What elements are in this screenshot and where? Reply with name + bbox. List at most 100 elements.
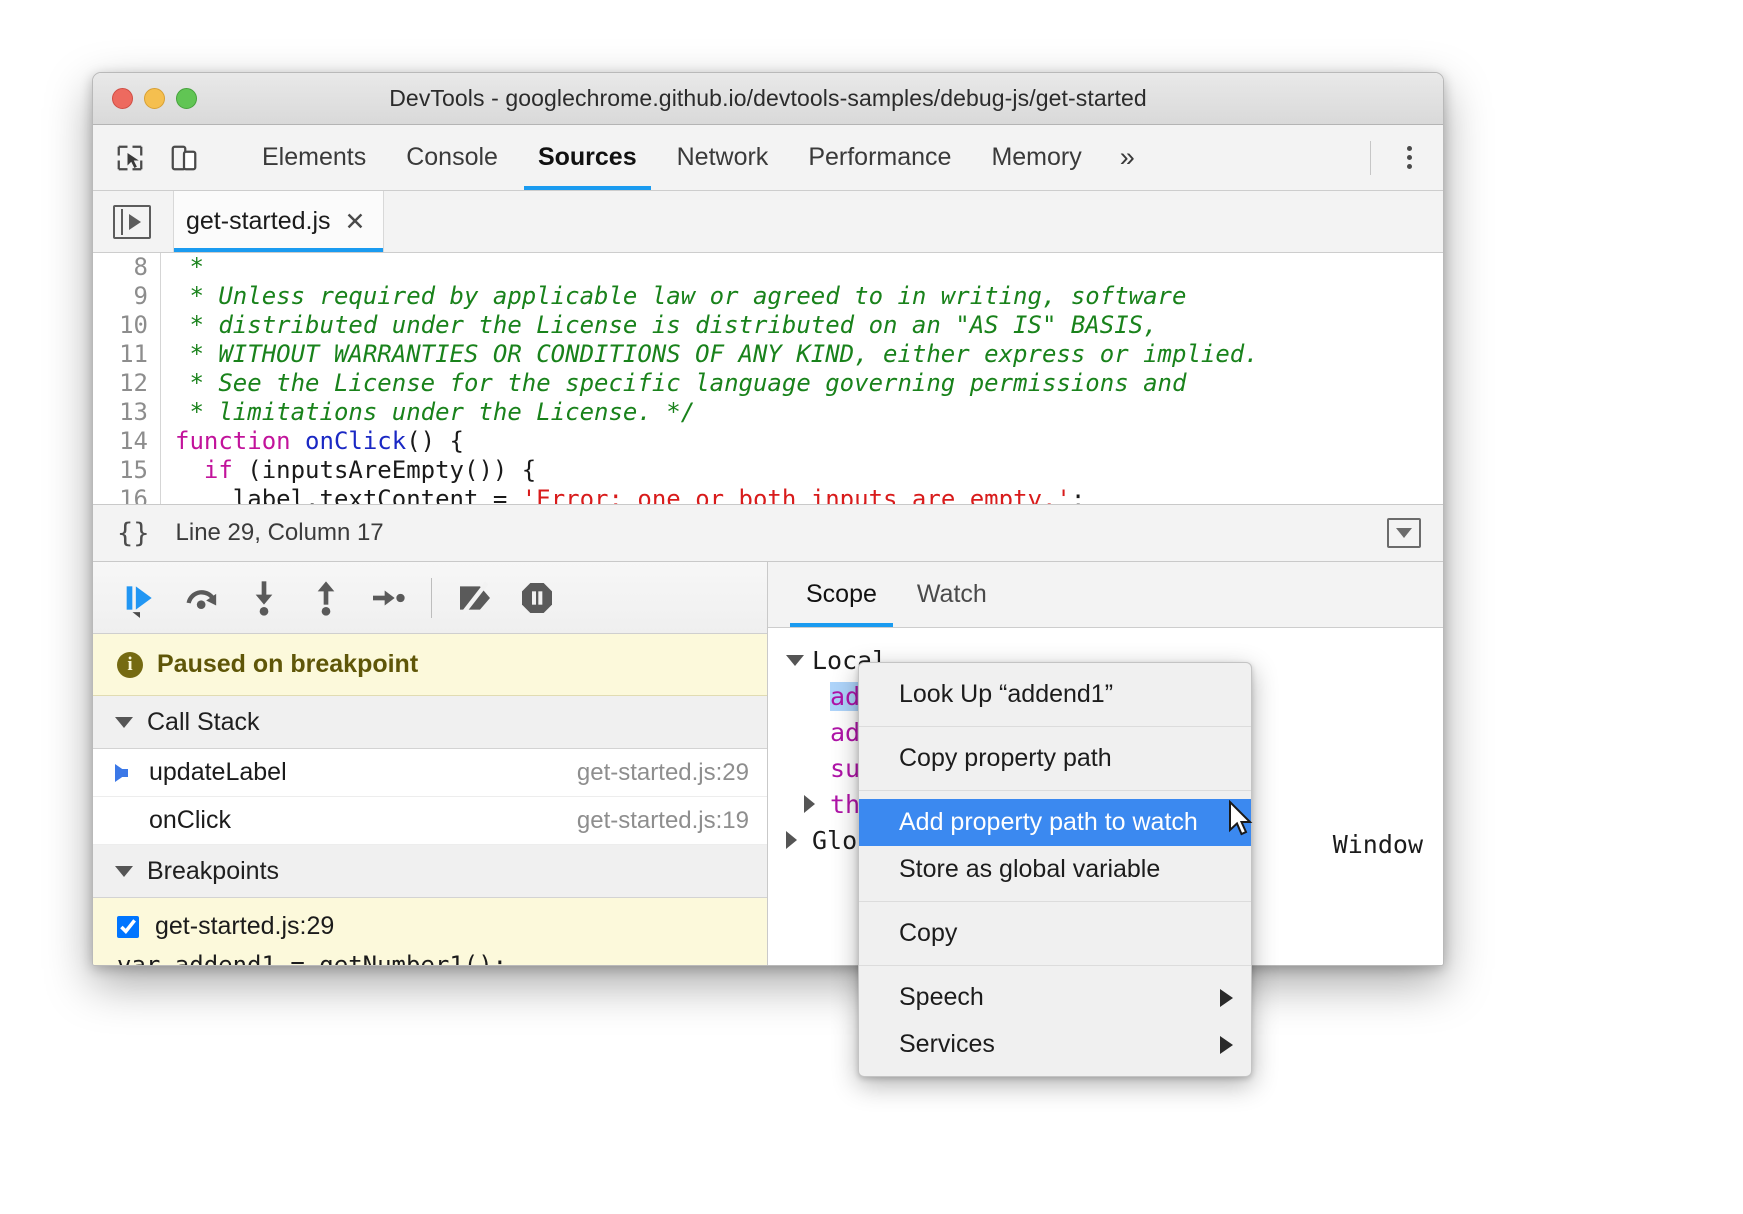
line-number[interactable]: 11 — [93, 340, 161, 369]
context-menu-item-services[interactable]: Services — [859, 1021, 1251, 1068]
context-menu-separator — [859, 901, 1251, 902]
code-editor[interactable]: 8 * 9 * Unless required by applicable la… — [93, 253, 1443, 504]
paused-banner: i Paused on breakpoint — [93, 634, 767, 696]
code-line: 15 if (inputsAreEmpty()) { — [93, 456, 1443, 485]
line-number[interactable]: 14 — [93, 427, 161, 456]
tab-elements[interactable]: Elements — [242, 125, 386, 190]
table-row[interactable]: onClick get-started.js:19 — [93, 797, 767, 845]
code-token: = — [493, 485, 522, 504]
call-stack-header[interactable]: Call Stack — [93, 696, 767, 749]
breakpoint-row-top: get-started.js:29 — [93, 912, 767, 941]
line-number[interactable]: 9 — [93, 282, 161, 311]
screenshot-root: DevTools - googlechrome.github.io/devtoo… — [0, 0, 1743, 1214]
tab-memory[interactable]: Memory — [971, 125, 1101, 190]
pretty-print-icon[interactable]: {} — [117, 518, 150, 549]
close-icon[interactable]: ✕ — [345, 207, 366, 237]
context-menu-item-speech[interactable]: Speech — [859, 974, 1251, 1021]
context-menu-item-copy[interactable]: Copy — [859, 910, 1251, 957]
code-token: * Unless required by applicable law or a… — [175, 282, 1186, 310]
context-menu-item-label: Services — [899, 1030, 995, 1059]
chevron-right-icon[interactable] — [786, 831, 812, 849]
code-line-text: * See the License for the specific langu… — [161, 369, 1186, 398]
step-into-icon[interactable] — [233, 567, 295, 629]
step-icon[interactable] — [357, 567, 419, 629]
cursor-position-label: Line 29, Column 17 — [176, 519, 384, 547]
file-tab-get-started-js[interactable]: get-started.js ✕ — [173, 191, 384, 252]
more-tabs-icon[interactable]: » — [1102, 125, 1153, 190]
line-number[interactable]: 8 — [93, 253, 161, 282]
code-line: 16 label.textContent = 'Error: one or bo… — [93, 485, 1443, 504]
line-number[interactable]: 15 — [93, 456, 161, 485]
context-menu-item-label: Copy — [899, 919, 957, 948]
code-token: 'Error: one or both inputs are empty.' — [522, 485, 1071, 504]
breakpoint-enabled-checkbox[interactable] — [117, 916, 139, 938]
tab-sources[interactable]: Sources — [518, 125, 657, 190]
call-frame-location: get-started.js:29 — [577, 759, 749, 787]
line-number[interactable]: 10 — [93, 311, 161, 340]
info-icon: i — [117, 652, 143, 678]
table-row[interactable]: updateLabel get-started.js:29 — [93, 749, 767, 797]
context-menu[interactable]: Look Up “addend1” Copy property path Add… — [858, 662, 1252, 1077]
tab-watch[interactable]: Watch — [897, 562, 1007, 627]
code-token: label.textContent — [175, 485, 493, 504]
code-token: if — [204, 456, 233, 484]
editor-status-bar: {} Line 29, Column 17 — [93, 504, 1443, 562]
code-line-text: * — [161, 253, 218, 282]
code-token: (inputsAreEmpty()) { — [233, 456, 536, 484]
tab-console[interactable]: Console — [386, 125, 518, 190]
code-line: 9 * Unless required by applicable law or… — [93, 282, 1443, 311]
code-token — [175, 456, 204, 484]
context-menu-item-label: Add property path to watch — [899, 808, 1198, 837]
code-token: * WITHOUT WARRANTIES OR CONDITIONS OF AN… — [175, 340, 1259, 368]
tab-elements-label: Elements — [262, 143, 366, 172]
list-item[interactable]: get-started.js:29 var addend1 = getNumbe… — [93, 898, 767, 966]
context-menu-item-add-property-path-to-watch[interactable]: Add property path to watch — [859, 799, 1251, 846]
tab-scope[interactable]: Scope — [786, 562, 897, 627]
breakpoint-source-snippet: var addend1 = getNumber1(); — [93, 951, 767, 966]
pause-on-exceptions-icon[interactable] — [506, 567, 568, 629]
line-number[interactable]: 16 — [93, 485, 161, 504]
resume-icon[interactable] — [109, 567, 171, 629]
collapse-panel-icon[interactable] — [1387, 518, 1421, 548]
chevron-right-icon[interactable] — [804, 795, 830, 813]
code-line-text: if (inputsAreEmpty()) { — [161, 456, 536, 485]
submenu-arrow-icon — [1220, 989, 1233, 1007]
scope-property-name: su — [830, 754, 860, 783]
tab-performance[interactable]: Performance — [788, 125, 971, 190]
tab-network[interactable]: Network — [657, 125, 789, 190]
context-menu-item-copy-property-path[interactable]: Copy property path — [859, 735, 1251, 782]
chevron-down-icon[interactable] — [786, 655, 812, 666]
show-navigator-icon[interactable] — [113, 205, 151, 239]
tabbar-right-controls — [1354, 125, 1443, 190]
call-frame-location: get-started.js:19 — [577, 807, 749, 835]
step-over-icon[interactable] — [171, 567, 233, 629]
scope-global-value: Window — [1333, 830, 1423, 859]
step-out-icon[interactable] — [295, 567, 357, 629]
minimize-window-button[interactable] — [144, 88, 165, 109]
breakpoints-header[interactable]: Breakpoints — [93, 845, 767, 898]
context-menu-item-store-as-global-variable[interactable]: Store as global variable — [859, 846, 1251, 893]
chevron-down-icon — [115, 866, 133, 877]
line-number[interactable]: 12 — [93, 369, 161, 398]
deactivate-breakpoints-icon[interactable] — [444, 567, 506, 629]
window-titlebar: DevTools - googlechrome.github.io/devtoo… — [93, 73, 1443, 125]
debugger-left-pane: i Paused on breakpoint Call Stack update… — [93, 562, 768, 966]
current-frame-icon — [115, 764, 139, 782]
context-menu-separator — [859, 726, 1251, 727]
code-token: () { — [406, 427, 464, 455]
call-frame-name: updateLabel — [149, 758, 287, 787]
inspect-element-icon[interactable] — [109, 137, 151, 179]
maximize-window-button[interactable] — [176, 88, 197, 109]
context-menu-item-label: Speech — [899, 983, 984, 1012]
debugger-toolbar-divider — [431, 578, 432, 618]
code-line-text: * WITHOUT WARRANTIES OR CONDITIONS OF AN… — [161, 340, 1259, 369]
tab-performance-label: Performance — [808, 143, 951, 172]
file-tab-label: get-started.js — [186, 207, 331, 236]
line-number[interactable]: 13 — [93, 398, 161, 427]
context-menu-item-look-up[interactable]: Look Up “addend1” — [859, 671, 1251, 718]
device-toolbar-icon[interactable] — [163, 137, 205, 179]
code-token: * See the License for the specific langu… — [175, 369, 1186, 397]
context-menu-separator — [859, 965, 1251, 966]
close-window-button[interactable] — [112, 88, 133, 109]
more-options-icon[interactable] — [1389, 136, 1429, 180]
